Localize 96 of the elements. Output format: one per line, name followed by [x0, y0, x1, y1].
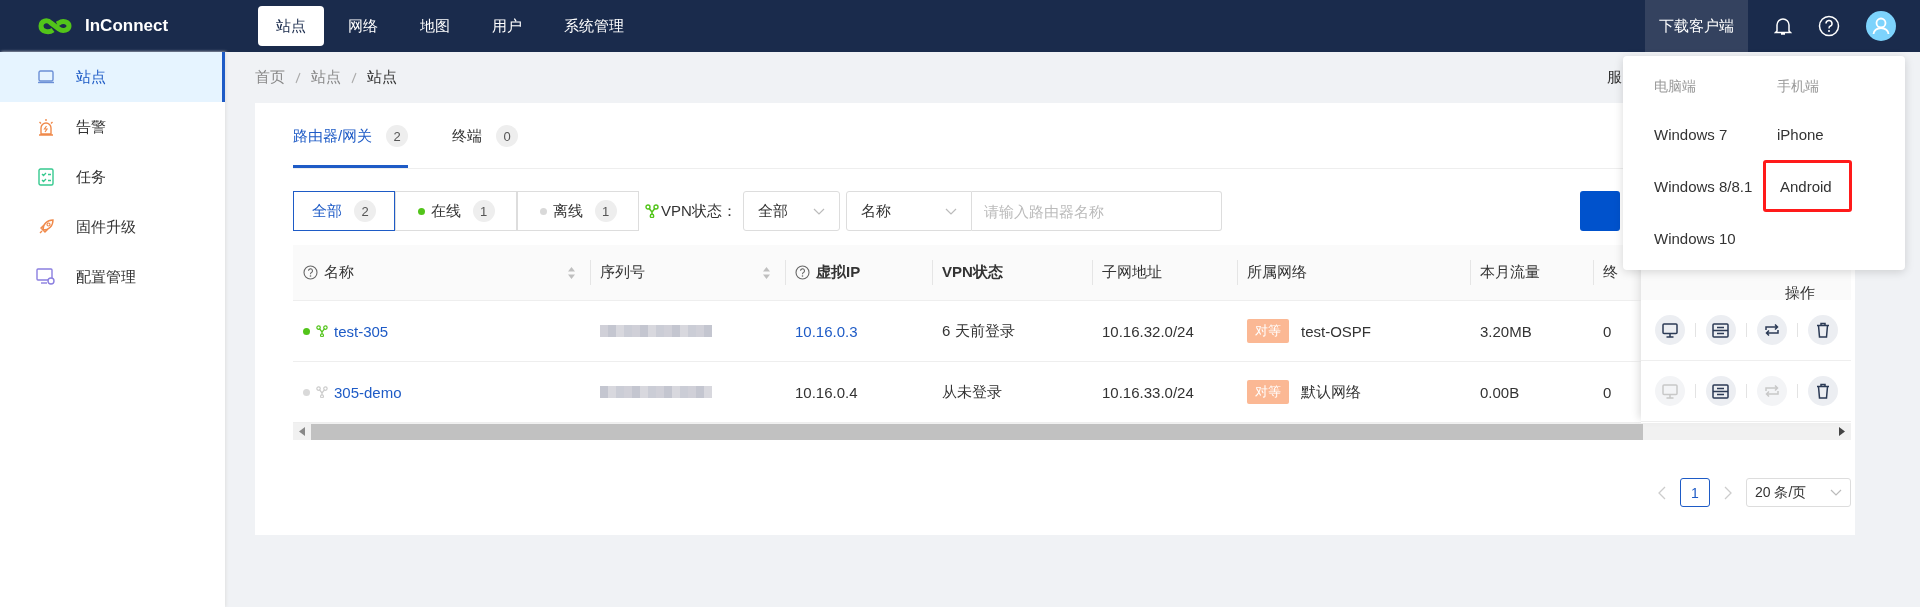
menu-item[interactable]: Android	[1763, 160, 1852, 212]
nav-tab[interactable]: 用户	[474, 6, 540, 46]
sidebar-item[interactable]: 固件升级	[0, 202, 225, 252]
checklist-icon	[38, 168, 54, 186]
header-text: 服	[1607, 68, 1622, 87]
status-filter[interactable]: 全部 2	[293, 191, 395, 231]
column-title: 本月流量	[1480, 263, 1540, 282]
menu-heading: 电脑端	[1654, 78, 1697, 96]
column-title: 名称	[324, 263, 354, 282]
sidebar-item[interactable]: 告警	[0, 102, 225, 152]
sidebar-item[interactable]: 配置管理	[0, 252, 225, 302]
table-cell: 从未登录	[942, 382, 1002, 402]
tab[interactable]: 终端 0	[452, 115, 519, 168]
delete-button[interactable]	[1807, 315, 1838, 345]
avatar-icon[interactable]	[1866, 11, 1896, 41]
table-cell: test-OSPF	[1301, 322, 1371, 340]
trash-icon	[1815, 322, 1830, 338]
help-icon[interactable]	[1818, 15, 1840, 37]
status-filter[interactable]: 在线 1	[395, 191, 517, 231]
table-cell: 10.16.32.0/24	[1102, 322, 1194, 340]
nav-tab[interactable]: 系统管理	[546, 6, 642, 46]
network-icon	[316, 386, 328, 398]
help-icon	[795, 265, 810, 280]
breadcrumb-item: 站点	[367, 68, 397, 87]
column-title: 子网地址	[1102, 263, 1162, 282]
scroll-right-icon[interactable]	[1839, 427, 1845, 436]
table-cell: 6 天前登录	[942, 321, 1015, 341]
tab[interactable]: 路由器/网关 2	[293, 115, 409, 168]
sync-icon	[1763, 323, 1780, 337]
tag: 对等	[1247, 319, 1289, 343]
search-field[interactable]: 请输入路由器名称	[971, 191, 1222, 231]
nav-tab[interactable]: 站点	[258, 6, 324, 46]
nav-tab[interactable]: 地图	[402, 6, 468, 46]
drawer-icon	[1712, 322, 1729, 338]
count-badge: 1	[594, 200, 617, 222]
settings-monitor-icon	[36, 268, 56, 286]
table-cell: 3.20MB	[1480, 322, 1532, 340]
brand-name: InConnect	[85, 16, 169, 36]
sync-icon	[1763, 384, 1780, 398]
router-name-link[interactable]: 305-demo	[334, 383, 402, 401]
sidebar-item[interactable]: 任务	[0, 152, 225, 202]
status-filter[interactable]: 离线 1	[517, 191, 639, 231]
column-title: VPN状态	[942, 263, 1003, 282]
breadcrumb-separator-icon	[295, 71, 301, 84]
filter-label: VPN状态：	[661, 201, 737, 221]
table-cell: 10.16.33.0/24	[1102, 383, 1194, 401]
column-header[interactable]: 序列号	[590, 245, 785, 300]
config-button[interactable]	[1705, 376, 1736, 406]
alarm-icon	[37, 118, 55, 136]
sidebar-item[interactable]: 站点	[0, 52, 225, 102]
column-title: 操作	[1785, 286, 1815, 300]
router-name-link[interactable]: test-305	[334, 322, 389, 340]
breadcrumb-separator-icon	[351, 71, 357, 84]
rocket-icon	[37, 218, 55, 236]
table-cell: 10.16.0.4	[795, 383, 858, 401]
monitor-icon	[1661, 322, 1678, 338]
search-field-select[interactable]: 名称	[845, 191, 972, 231]
table-cell: 0.00B	[1480, 383, 1520, 401]
scroll-left-icon[interactable]	[299, 427, 305, 436]
ip-link[interactable]: 10.16.0.3	[795, 322, 858, 340]
column-title: 虚拟IP	[816, 263, 861, 282]
monitor-icon	[1661, 383, 1678, 399]
table-cell: 0	[1603, 322, 1612, 340]
remote-button[interactable]	[1654, 315, 1685, 345]
column-header[interactable]: 名称	[293, 245, 590, 300]
help-icon	[303, 265, 318, 280]
sync-button[interactable]	[1756, 315, 1787, 345]
trash-icon	[1815, 383, 1830, 399]
chevron-down-icon	[812, 207, 825, 215]
page-size-select[interactable]: 20 条/页	[1746, 478, 1851, 507]
tag: 对等	[1247, 380, 1289, 404]
config-button[interactable]	[1705, 315, 1736, 345]
delete-button[interactable]	[1807, 376, 1838, 406]
vpn-status-select[interactable]: 全部	[742, 191, 840, 231]
horizontal-scrollbar[interactable]	[293, 423, 1851, 440]
chevron-down-icon	[1830, 489, 1842, 496]
chevron-down-icon	[944, 207, 957, 215]
menu-heading: 手机端	[1777, 78, 1819, 96]
count-badge: 2	[354, 200, 376, 222]
drawer-icon	[1712, 383, 1729, 399]
count-badge: 0	[496, 125, 519, 147]
network-icon	[645, 204, 659, 218]
column-title: 终	[1603, 263, 1618, 282]
table-cell: 0	[1603, 383, 1612, 401]
download-client-button[interactable]: 下载客户端	[1645, 0, 1748, 52]
count-badge: 2	[386, 125, 409, 147]
menu-item[interactable]: Windows 10	[1654, 212, 1767, 264]
device-icon	[37, 70, 55, 84]
bell-icon[interactable]	[1774, 16, 1792, 36]
column-title: 序列号	[600, 263, 645, 282]
page-button[interactable]: 1	[1680, 478, 1710, 507]
count-badge: 1	[472, 200, 495, 222]
column-title: 所属网络	[1247, 263, 1307, 282]
nav-tab[interactable]: 网络	[330, 6, 396, 46]
network-icon	[316, 325, 328, 337]
table-cell: 默认网络	[1301, 382, 1361, 402]
